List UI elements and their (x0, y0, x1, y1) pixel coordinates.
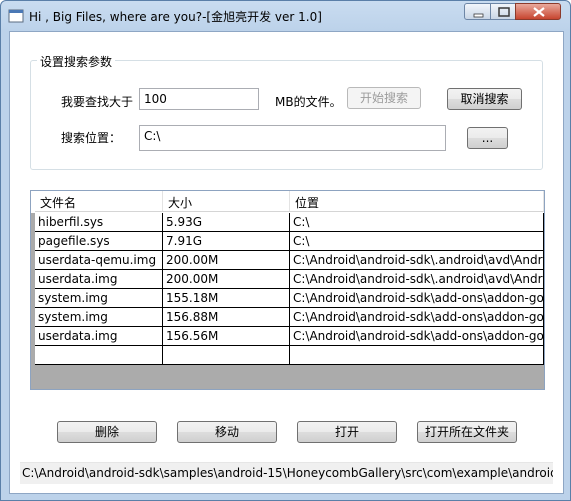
client-area: 设置搜索参数 我要查找大于 100 MB的文件。 开始搜索 取消搜索 搜索位置：… (9, 31, 564, 494)
cancel-search-button[interactable]: 取消搜索 (447, 88, 522, 110)
cell-location: C:\Android\android-sdk\add-ons\addon-go (290, 327, 544, 346)
main-window: Hi , Big Files, where are you?-[金旭亮开发 ve… (0, 0, 571, 501)
column-header-size[interactable]: 大小 (163, 191, 290, 212)
table-row[interactable]: pagefile.sys 7.91G C:\ (35, 232, 544, 251)
cell-size (163, 346, 290, 365)
table-row[interactable]: hiberfil.sys 5.93G C:\ (35, 213, 544, 232)
cell-size: 156.56M (163, 327, 290, 346)
window-title: Hi , Big Files, where are you?-[金旭亮开发 ve… (29, 10, 322, 24)
status-bar: C:\Android\android-sdk\samples\android-1… (20, 462, 553, 484)
cell-size: 155.18M (163, 289, 290, 308)
browse-button[interactable]: ... (467, 127, 508, 149)
cell-location (290, 346, 544, 365)
app-icon (8, 8, 24, 24)
open-folder-button[interactable]: 打开所在文件夹 (417, 421, 517, 443)
group-title: 设置搜索参数 (37, 53, 116, 70)
cell-size: 200.00M (163, 270, 290, 289)
size-input[interactable]: 100 (139, 88, 259, 110)
table-row[interactable]: userdata.img 156.56M C:\Android\android-… (35, 327, 544, 346)
cell-size: 200.00M (163, 251, 290, 270)
move-button[interactable]: 移动 (177, 421, 277, 443)
cell-location: C:\Android\android-sdk\.android\avd\Andr (290, 251, 544, 270)
cell-location: C:\Android\android-sdk\add-ons\addon-go (290, 308, 544, 327)
cell-name: userdata-qemu.img (35, 251, 163, 270)
location-input[interactable]: C:\ (139, 125, 446, 151)
delete-button[interactable]: 删除 (57, 421, 157, 443)
cell-location: C:\ (290, 213, 544, 232)
column-header-location[interactable]: 位置 (290, 191, 544, 212)
size-unit-label: MB的文件。 (275, 95, 342, 109)
cell-name: hiberfil.sys (35, 213, 163, 232)
table-row[interactable]: system.img 155.18M C:\Android\android-sd… (35, 289, 544, 308)
grid-header: 文件名 大小 位置 (31, 191, 544, 213)
table-row[interactable]: system.img 156.88M C:\Android\android-sd… (35, 308, 544, 327)
search-settings-group (30, 60, 543, 170)
cell-name: userdata.img (35, 270, 163, 289)
minimize-button[interactable] (464, 3, 491, 20)
cell-size: 156.88M (163, 308, 290, 327)
close-button[interactable] (515, 3, 561, 20)
close-icon (533, 7, 545, 17)
results-grid[interactable]: 文件名 大小 位置 hiberfil.sys 5.93G C:\ pagefil… (30, 190, 545, 390)
cell-name: system.img (35, 289, 163, 308)
cell-name (35, 346, 163, 365)
cell-size: 7.91G (163, 232, 290, 251)
location-label: 搜索位置： (61, 131, 122, 145)
maximize-button[interactable] (490, 3, 516, 20)
cell-size: 5.93G (163, 213, 290, 232)
cell-location: C:\ (290, 232, 544, 251)
cell-location: C:\Android\android-sdk\add-ons\addon-go (290, 289, 544, 308)
open-button[interactable]: 打开 (297, 421, 397, 443)
table-row-new[interactable] (35, 346, 544, 365)
cell-name: pagefile.sys (35, 232, 163, 251)
column-header-name[interactable]: 文件名 (35, 191, 163, 212)
minimize-icon (473, 13, 484, 18)
title-bar[interactable]: Hi , Big Files, where are you?-[金旭亮开发 ve… (1, 1, 570, 31)
cell-name: system.img (35, 308, 163, 327)
cell-name: userdata.img (35, 327, 163, 346)
table-row[interactable]: userdata.img 200.00M C:\Android\android-… (35, 270, 544, 289)
start-search-button[interactable]: 开始搜索 (347, 87, 421, 109)
table-row[interactable]: userdata-qemu.img 200.00M C:\Android\and… (35, 251, 544, 270)
size-label: 我要查找大于 (61, 95, 134, 109)
maximize-icon (498, 7, 510, 17)
cell-location: C:\Android\android-sdk\.android\avd\Andr (290, 270, 544, 289)
